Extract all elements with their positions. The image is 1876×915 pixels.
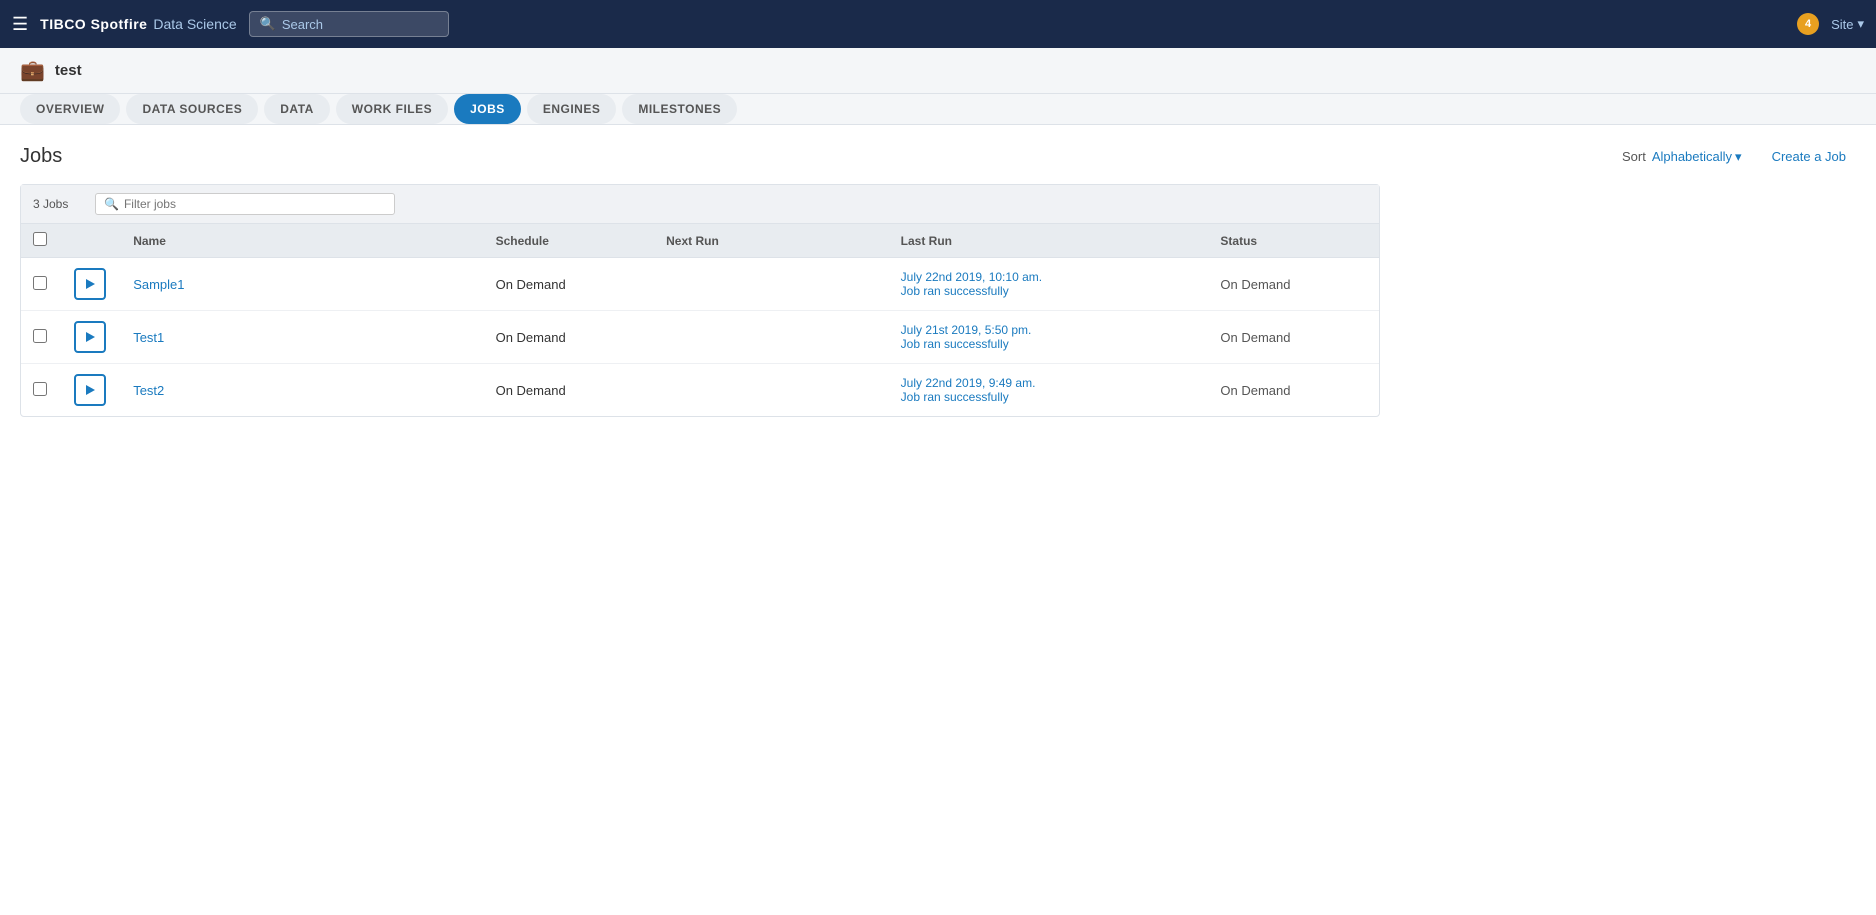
jobs-table-container: 3 Jobs 🔍 Name Schedule Next Run Last Run (20, 184, 1380, 417)
last-run-status: Job ran successfully (901, 284, 1197, 298)
row-checkbox-cell (21, 311, 62, 364)
job-icon-cell (62, 258, 122, 311)
create-job-button[interactable]: Create a Job (1762, 149, 1856, 164)
job-icon-cell (62, 364, 122, 417)
tab-data[interactable]: DATA (264, 94, 330, 124)
jobs-title: Jobs (20, 145, 62, 168)
search-box[interactable]: 🔍 (249, 11, 449, 37)
tab-jobs[interactable]: JOBS (454, 94, 521, 124)
status-badge: On Demand (1220, 277, 1290, 292)
job-next-run-cell (654, 258, 889, 311)
jobs-table: Name Schedule Next Run Last Run Status S… (21, 224, 1379, 416)
tabs-bar: OVERVIEWDATA SOURCESDATAWORK FILESJOBSEN… (0, 94, 1876, 125)
row-checkbox[interactable] (33, 276, 47, 290)
job-schedule-cell: On Demand (484, 311, 655, 364)
jobs-header: Jobs Sort Alphabetically ▾ Create a Job (20, 145, 1856, 168)
job-name-cell: Test1 (121, 311, 483, 364)
jobs-count: 3 Jobs (33, 197, 83, 211)
project-header: 💼 test (0, 48, 1876, 94)
row-checkbox[interactable] (33, 329, 47, 343)
project-icon: 💼 (20, 58, 45, 83)
brand-name: TIBCO Spotfire (40, 16, 147, 32)
select-all-checkbox[interactable] (33, 232, 47, 246)
table-row: Test2 On Demand July 22nd 2019, 9:49 am.… (21, 364, 1379, 417)
job-play-icon (74, 374, 106, 406)
status-header: Status (1208, 224, 1379, 258)
job-name-link[interactable]: Test1 (133, 330, 164, 345)
job-next-run-cell (654, 364, 889, 417)
brand-logo: TIBCO Spotfire Data Science (40, 16, 237, 32)
tab-milestones[interactable]: MILESTONES (622, 94, 737, 124)
job-play-icon (74, 268, 106, 300)
job-schedule-cell: On Demand (484, 258, 655, 311)
last-run-status: Job ran successfully (901, 337, 1197, 351)
filter-jobs-input[interactable] (124, 197, 386, 211)
status-badge: On Demand (1220, 383, 1290, 398)
jobs-toolbar: 3 Jobs 🔍 (21, 185, 1379, 224)
status-badge: On Demand (1220, 330, 1290, 345)
search-icon: 🔍 (260, 16, 276, 32)
select-all-header (21, 224, 62, 258)
job-name-link[interactable]: Sample1 (133, 277, 184, 292)
job-next-run-cell (654, 311, 889, 364)
notification-badge[interactable]: 4 (1797, 13, 1819, 35)
tab-work-files[interactable]: WORK FILES (336, 94, 448, 124)
next-run-header: Next Run (654, 224, 889, 258)
sort-dropdown[interactable]: Alphabetically ▾ (1652, 149, 1742, 165)
last-run-time: July 22nd 2019, 10:10 am. (901, 270, 1197, 284)
last-run-header: Last Run (889, 224, 1209, 258)
job-status-cell: On Demand (1208, 311, 1379, 364)
icon-header (62, 224, 122, 258)
job-status-cell: On Demand (1208, 364, 1379, 417)
name-header: Name (121, 224, 483, 258)
last-run-status: Job ran successfully (901, 390, 1197, 404)
sort-chevron-icon: ▾ (1735, 149, 1742, 165)
main-content: Jobs Sort Alphabetically ▾ Create a Job … (0, 125, 1876, 437)
row-checkbox-cell (21, 258, 62, 311)
chevron-down-icon: ▾ (1857, 16, 1864, 32)
job-schedule-cell: On Demand (484, 364, 655, 417)
job-last-run-cell: July 22nd 2019, 9:49 am. Job ran success… (889, 364, 1209, 417)
sort-label: Sort (1622, 149, 1646, 164)
job-name-cell: Sample1 (121, 258, 483, 311)
tab-overview[interactable]: OVERVIEW (20, 94, 120, 124)
job-last-run-cell: July 22nd 2019, 10:10 am. Job ran succes… (889, 258, 1209, 311)
top-navigation: ☰ TIBCO Spotfire Data Science 🔍 4 Site ▾ (0, 0, 1876, 48)
site-dropdown[interactable]: Site ▾ (1831, 16, 1864, 32)
job-play-icon (74, 321, 106, 353)
filter-input-wrap[interactable]: 🔍 (95, 193, 395, 215)
row-checkbox[interactable] (33, 382, 47, 396)
table-row: Test1 On Demand July 21st 2019, 5:50 pm.… (21, 311, 1379, 364)
project-name: test (55, 62, 82, 79)
schedule-header: Schedule (484, 224, 655, 258)
search-input[interactable] (282, 17, 438, 32)
last-run-time: July 22nd 2019, 9:49 am. (901, 376, 1197, 390)
job-icon-cell (62, 311, 122, 364)
sort-area: Sort Alphabetically ▾ (1622, 149, 1742, 165)
nav-right: 4 Site ▾ (1797, 13, 1864, 35)
job-last-run-cell: July 21st 2019, 5:50 pm. Job ran success… (889, 311, 1209, 364)
tab-data-sources[interactable]: DATA SOURCES (126, 94, 258, 124)
last-run-time: July 21st 2019, 5:50 pm. (901, 323, 1197, 337)
brand-sub: Data Science (149, 16, 236, 32)
job-name-link[interactable]: Test2 (133, 383, 164, 398)
row-checkbox-cell (21, 364, 62, 417)
filter-icon: 🔍 (104, 197, 119, 211)
job-status-cell: On Demand (1208, 258, 1379, 311)
tab-engines[interactable]: ENGINES (527, 94, 617, 124)
hamburger-icon[interactable]: ☰ (12, 14, 28, 35)
job-name-cell: Test2 (121, 364, 483, 417)
table-row: Sample1 On Demand July 22nd 2019, 10:10 … (21, 258, 1379, 311)
table-header-row: Name Schedule Next Run Last Run Status (21, 224, 1379, 258)
